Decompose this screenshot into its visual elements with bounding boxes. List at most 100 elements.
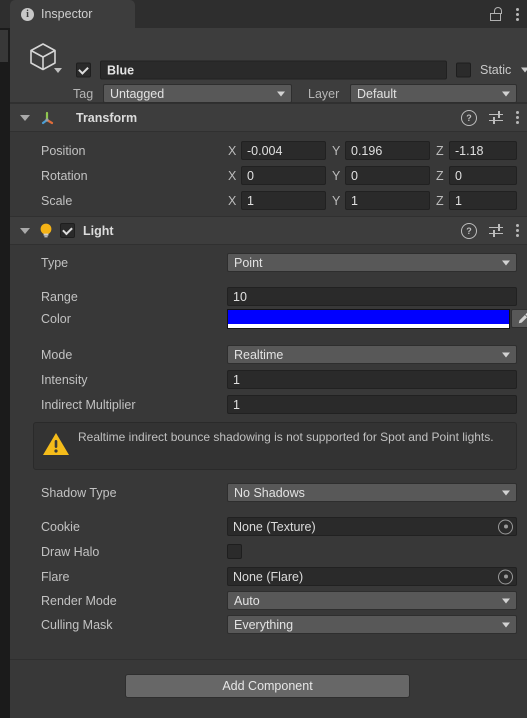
light-mode-value: Realtime bbox=[234, 347, 284, 362]
light-mode-dropdown[interactable]: Realtime bbox=[227, 345, 517, 364]
light-color-row: Color bbox=[10, 308, 527, 330]
light-color-alpha-bar bbox=[228, 324, 509, 328]
add-component-button[interactable]: Add Component bbox=[125, 674, 410, 698]
chevron-down-icon bbox=[502, 352, 510, 357]
light-range-input[interactable]: 10 bbox=[227, 287, 517, 306]
unlocked-padlock-icon[interactable] bbox=[490, 7, 503, 21]
light-color-label: Color bbox=[41, 312, 71, 326]
light-draw-halo-label: Draw Halo bbox=[41, 545, 100, 559]
light-title: Light bbox=[83, 223, 114, 238]
kebab-menu-icon[interactable] bbox=[515, 224, 519, 237]
static-label: Static bbox=[480, 63, 512, 77]
light-warning-box: Realtime indirect bounce shadowing is no… bbox=[33, 422, 517, 470]
light-type-dropdown[interactable]: Point bbox=[227, 253, 517, 272]
gameobject-header: Blue Static Tag Untagged Layer Default bbox=[10, 28, 527, 103]
axis-y-label: Y bbox=[332, 144, 341, 158]
light-range-row: Range 10 bbox=[10, 286, 527, 308]
light-shadow-type-dropdown[interactable]: No Shadows bbox=[227, 483, 517, 502]
add-component-area: Add Component bbox=[10, 659, 527, 718]
chevron-down-icon bbox=[502, 260, 510, 265]
transform-rotation-label: Rotation bbox=[41, 169, 88, 183]
light-cookie-objectfield[interactable]: None (Texture) bbox=[227, 517, 517, 536]
tag-value: Untagged bbox=[110, 86, 165, 101]
transform-rotation-row: Rotation X 0 Y 0 Z 0 bbox=[10, 165, 527, 187]
tab-inspector-label: Inspector bbox=[41, 7, 93, 21]
adjacent-panel-tabstrip bbox=[0, 0, 10, 28]
kebab-menu-icon[interactable] bbox=[515, 7, 519, 21]
light-intensity-input[interactable]: 1 bbox=[227, 370, 517, 389]
left-gutter bbox=[0, 0, 10, 717]
tag-dropdown[interactable]: Untagged bbox=[103, 84, 292, 103]
gameobject-name-input[interactable]: Blue bbox=[100, 60, 447, 80]
light-flare-objectfield[interactable]: None (Flare) bbox=[227, 567, 517, 586]
gameobject-enabled-checkbox[interactable] bbox=[76, 62, 91, 78]
light-draw-halo-checkbox[interactable] bbox=[227, 544, 242, 559]
chevron-down-icon bbox=[277, 91, 285, 96]
axis-x-label: X bbox=[228, 194, 237, 208]
light-enabled-checkbox[interactable] bbox=[60, 223, 75, 238]
layer-label: Layer bbox=[308, 87, 340, 101]
kebab-menu-icon[interactable] bbox=[515, 111, 519, 124]
transform-title: Transform bbox=[76, 110, 138, 125]
light-header-actions: ? bbox=[461, 217, 519, 244]
static-checkbox[interactable] bbox=[456, 62, 471, 78]
transform-scale-label: Scale bbox=[41, 194, 73, 208]
light-culling-mask-dropdown[interactable]: Everything bbox=[227, 615, 517, 634]
light-indirect-row: Indirect Multiplier 1 bbox=[10, 394, 527, 416]
eyedropper-icon[interactable] bbox=[511, 309, 527, 328]
axis-z-label: Z bbox=[436, 194, 444, 208]
light-body: Type Point Range 10 Color Mode Realtime … bbox=[10, 245, 527, 655]
light-indirect-input[interactable]: 1 bbox=[227, 395, 517, 414]
rotation-y-input[interactable]: 0 bbox=[345, 166, 430, 185]
position-y-input[interactable]: 0.196 bbox=[345, 141, 430, 160]
rotation-z-input[interactable]: 0 bbox=[449, 166, 517, 185]
layer-value: Default bbox=[357, 86, 397, 101]
warning-triangle-icon bbox=[42, 431, 70, 457]
preset-settings-icon[interactable] bbox=[489, 110, 503, 125]
light-culling-mask-label: Culling Mask bbox=[41, 618, 113, 632]
scale-y-input[interactable]: 1 bbox=[345, 191, 430, 210]
info-icon: i bbox=[21, 7, 34, 21]
light-color-swatch[interactable] bbox=[227, 309, 510, 329]
scale-x-input[interactable]: 1 bbox=[241, 191, 326, 210]
light-indirect-label: Indirect Multiplier bbox=[41, 398, 136, 412]
light-render-mode-dropdown[interactable]: Auto bbox=[227, 591, 517, 610]
light-draw-halo-row: Draw Halo bbox=[10, 541, 527, 563]
transform-position-row: Position X -0.004 Y 0.196 Z -1.18 bbox=[10, 140, 527, 162]
light-shadow-type-row: Shadow Type No Shadows bbox=[10, 482, 527, 504]
help-icon[interactable]: ? bbox=[461, 222, 477, 239]
object-picker-icon[interactable] bbox=[498, 519, 513, 534]
light-culling-mask-row: Culling Mask Everything bbox=[10, 614, 527, 636]
light-cookie-value: None (Texture) bbox=[233, 519, 316, 534]
tab-inspector[interactable]: i Inspector bbox=[10, 0, 135, 28]
position-z-input[interactable]: -1.18 bbox=[449, 141, 517, 160]
help-icon[interactable]: ? bbox=[461, 109, 477, 126]
transform-foldout-icon[interactable] bbox=[20, 114, 30, 121]
chevron-down-icon bbox=[502, 598, 510, 603]
light-mode-row: Mode Realtime bbox=[10, 344, 527, 366]
axis-x-label: X bbox=[228, 144, 237, 158]
preset-settings-icon[interactable] bbox=[489, 223, 503, 238]
light-culling-mask-value: Everything bbox=[234, 617, 294, 632]
chevron-down-icon bbox=[502, 490, 510, 495]
object-picker-icon[interactable] bbox=[498, 569, 513, 584]
light-mode-label: Mode bbox=[41, 348, 73, 362]
light-shadow-type-value: No Shadows bbox=[234, 485, 305, 500]
adjacent-panel-edge bbox=[0, 30, 8, 62]
light-component-header[interactable]: Light ? bbox=[10, 216, 527, 245]
light-foldout-icon[interactable] bbox=[20, 227, 30, 234]
layer-dropdown[interactable]: Default bbox=[350, 84, 517, 103]
cube-gameobject-icon[interactable] bbox=[26, 40, 62, 76]
transform-scale-row: Scale X 1 Y 1 Z 1 bbox=[10, 190, 527, 212]
rotation-x-input[interactable]: 0 bbox=[241, 166, 326, 185]
tag-label: Tag bbox=[73, 87, 94, 101]
axis-y-label: Y bbox=[332, 194, 341, 208]
lightbulb-icon bbox=[38, 222, 54, 239]
position-x-input[interactable]: -0.004 bbox=[241, 141, 326, 160]
light-intensity-row: Intensity 1 bbox=[10, 369, 527, 391]
light-render-mode-label: Render Mode bbox=[41, 594, 117, 608]
scale-z-input[interactable]: 1 bbox=[449, 191, 517, 210]
transform-component-header[interactable]: Transform ? bbox=[10, 103, 527, 132]
axis-x-label: X bbox=[228, 169, 237, 183]
static-dropdown-icon[interactable] bbox=[521, 67, 527, 73]
